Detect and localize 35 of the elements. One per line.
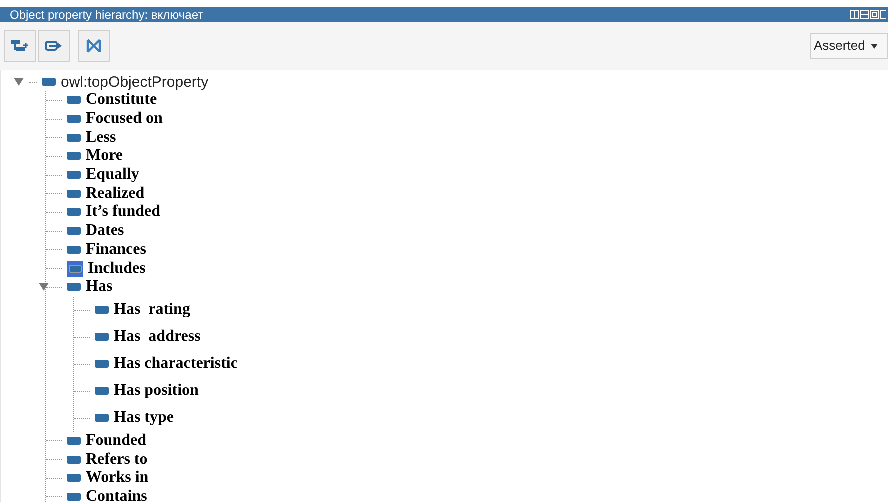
property-label[interactable]: More bbox=[86, 148, 124, 164]
property-label[interactable]: Has position bbox=[114, 383, 199, 400]
property-label[interactable]: Has characteristic bbox=[114, 356, 238, 372]
add-subproperty-button[interactable] bbox=[4, 30, 36, 62]
property-label[interactable]: Dates bbox=[86, 223, 124, 240]
property-label[interactable]: Equally bbox=[86, 167, 140, 184]
delete-button[interactable] bbox=[78, 30, 110, 62]
split-vertical-icon[interactable] bbox=[850, 10, 859, 19]
property-label[interactable]: Works in bbox=[86, 470, 149, 486]
property-label[interactable]: It’s funded bbox=[86, 204, 161, 220]
add-child-icon bbox=[11, 39, 29, 53]
add-sibling-button[interactable] bbox=[38, 30, 70, 62]
property-label[interactable]: Realized bbox=[86, 186, 145, 202]
property-label[interactable]: Constitute bbox=[86, 92, 158, 108]
property-label[interactable]: Founded bbox=[86, 432, 146, 449]
property-label[interactable]: Includes bbox=[88, 260, 146, 277]
collapse-icon[interactable] bbox=[14, 78, 24, 86]
split-horizontal-icon[interactable] bbox=[860, 10, 869, 19]
collapse-icon[interactable] bbox=[39, 283, 49, 292]
property-label[interactable]: Has rating bbox=[114, 302, 190, 318]
property-label[interactable]: owl:topObjectProperty bbox=[61, 74, 209, 90]
property-label[interactable]: Refers to bbox=[86, 452, 148, 468]
add-sibling-icon bbox=[45, 40, 63, 52]
view-mode-dropdown[interactable]: Asserted bbox=[810, 33, 888, 59]
property-label[interactable]: Has address bbox=[114, 329, 201, 346]
property-label[interactable]: Has type bbox=[114, 410, 174, 426]
maximize-icon[interactable] bbox=[870, 10, 879, 19]
property-label[interactable]: Has bbox=[86, 279, 113, 296]
property-label[interactable]: Contains bbox=[86, 488, 148, 502]
property-label[interactable]: Less bbox=[86, 130, 116, 146]
property-label[interactable]: Finances bbox=[86, 242, 146, 258]
caret-icon bbox=[871, 44, 878, 48]
property-label[interactable]: Focused on bbox=[86, 111, 163, 128]
view-title: Object property hierarchy: включает bbox=[10, 8, 204, 20]
delete-icon bbox=[86, 38, 102, 54]
